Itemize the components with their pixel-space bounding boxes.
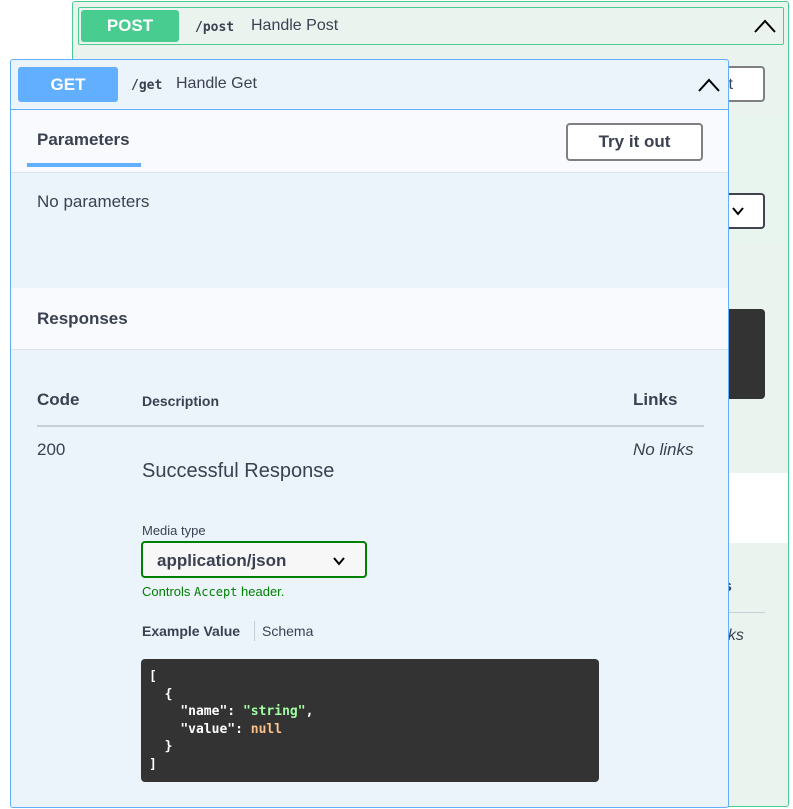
get-method-badge: GET (18, 67, 118, 102)
tab-active-indicator (27, 163, 141, 167)
chevron-up-icon[interactable] (697, 76, 721, 94)
post-operation-summary[interactable]: POST /post Handle Post (78, 7, 784, 45)
chevron-down-icon (732, 207, 744, 216)
try-it-out-button[interactable]: Try it out (566, 123, 703, 161)
get-operation-block: GET /get Handle Get Parameters Try it ou… (10, 59, 729, 808)
post-request-body-example (723, 309, 765, 399)
parameters-header: Parameters Try it out (11, 110, 728, 173)
get-path: /get (131, 78, 163, 93)
post-try-it-out-button[interactable]: t (723, 66, 765, 102)
tab-example-value[interactable]: Example Value (142, 623, 240, 639)
example-value-code: [ { "name": "string", "value": null } ] (141, 659, 599, 782)
post-summary-text: Handle Post (251, 17, 339, 34)
json-value-name: "string" (242, 704, 306, 719)
media-type-select[interactable]: application/json (141, 541, 367, 578)
tab-schema[interactable]: Schema (262, 623, 313, 639)
controls-accept-note: Controls Accept header. (142, 584, 284, 599)
chevron-down-icon (333, 557, 345, 566)
response-description: Successful Response (142, 460, 335, 482)
json-key-value: "value" (180, 721, 236, 737)
json-open-brace: { (164, 686, 173, 702)
tab-divider (254, 621, 255, 641)
column-header-code: Code (37, 390, 80, 409)
media-type-value: application/json (157, 551, 287, 570)
column-header-links: Links (633, 390, 678, 409)
get-operation-summary[interactable]: GET /get Handle Get (11, 60, 728, 110)
column-header-description: Description (142, 393, 220, 409)
tab-parameters[interactable]: Parameters (37, 130, 130, 150)
table-header-divider (37, 425, 704, 427)
responses-header: Responses (11, 288, 728, 350)
media-type-label: Media type (142, 523, 206, 538)
responses-title: Responses (37, 309, 128, 328)
no-parameters-text: No parameters (37, 192, 150, 211)
json-close-brace: } (164, 739, 173, 754)
post-content-type-select[interactable] (723, 193, 765, 229)
controls-suffix: header. (241, 584, 285, 599)
get-summary-text: Handle Get (176, 75, 257, 92)
json-close-bracket: ] (149, 756, 157, 772)
json-value-value: null (250, 721, 283, 737)
post-try-button-label: t (728, 76, 733, 93)
post-path: /post (195, 20, 235, 35)
controls-prefix: Controls (142, 584, 191, 599)
json-key-name: "name" (180, 704, 228, 719)
json-open-bracket: [ (149, 669, 157, 684)
chevron-up-icon[interactable] (753, 16, 777, 36)
response-no-links: No links (633, 440, 694, 459)
controls-header-name: Accept (194, 585, 238, 599)
post-method-badge: POST (81, 10, 179, 42)
response-status-code: 200 (37, 440, 66, 459)
